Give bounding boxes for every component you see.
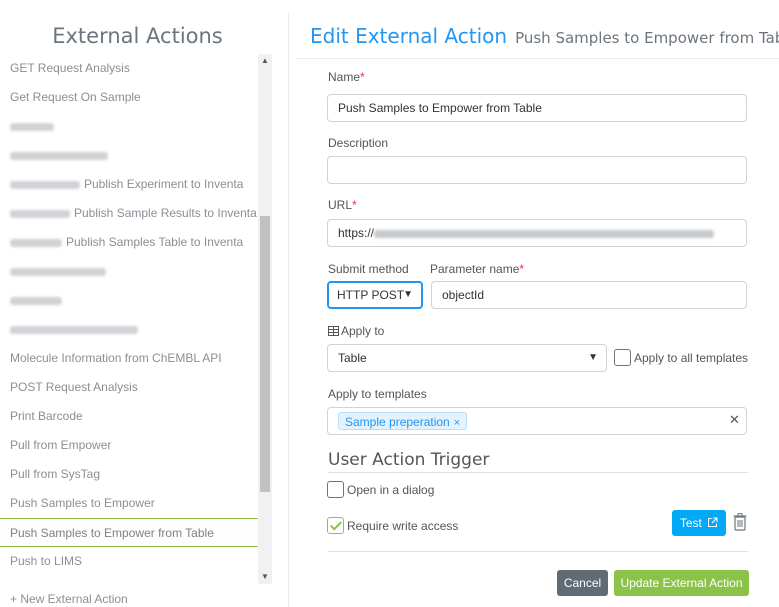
tag-remove-icon[interactable]: × [454,417,460,429]
list-item[interactable] [0,141,258,170]
redacted-label [10,151,108,160]
redacted-label [10,209,70,218]
list-item-label: POST Request Analysis [10,380,138,394]
parameter-name-label: Parameter name* [430,262,524,276]
name-label-text: Name [328,70,361,84]
list-scrollbar[interactable]: ▲ ▼ [258,54,272,584]
test-button-label: Test [679,516,702,530]
required-marker: * [352,198,357,212]
table-icon [328,326,339,336]
submit-method-label: Submit method [328,262,409,276]
apply-to-value: Table [338,351,367,365]
cancel-button[interactable]: Cancel [557,570,608,596]
section-divider [328,472,748,473]
panel-divider [288,12,289,607]
list-item-label: Print Barcode [10,409,83,423]
require-write-access-label: Require write access [347,519,459,533]
trigger-section-title: User Action Trigger [328,450,490,470]
list-item-label: Pull from SysTag [10,467,101,481]
url-label-text: URL [328,198,353,212]
clear-templates-icon[interactable]: ✕ [729,412,740,428]
list-item-label: Publish Sample Results to Inventa [74,206,257,220]
redacted-label [10,180,80,189]
sidebar-title: External Actions [52,24,223,48]
list-item[interactable]: Molecule Information from ChEMBL API [0,344,258,373]
list-item[interactable]: POST Request Analysis [0,373,258,402]
page-title: Edit External Action [310,24,508,48]
open-dialog-label: Open in a dialog [347,483,435,497]
apply-to-select[interactable]: Table ▼ [327,344,607,372]
footer-divider [328,551,748,552]
submit-method-select[interactable]: HTTP POST ▼ [327,281,423,309]
list-item[interactable]: Print Barcode [0,402,258,431]
list-item-label: Get Request On Sample [10,90,141,104]
apply-all-templates-checkbox[interactable] [614,349,631,366]
url-label: URL* [328,198,357,212]
list-item[interactable]: Pull from Empower [0,431,258,460]
parameter-name-label-text: Parameter name [430,262,520,276]
update-external-action-button[interactable]: Update External Action [614,570,749,596]
external-link-icon [708,517,718,527]
redacted-label [10,267,106,276]
new-external-action-link[interactable]: + New External Action [10,592,128,606]
list-item[interactable]: Push to LIMS [0,547,258,576]
apply-to-label-text: Apply to [341,324,385,338]
scroll-up-arrow-icon[interactable]: ▲ [258,56,272,66]
template-tag-label: Sample preperation [345,415,450,429]
list-item[interactable] [0,257,258,286]
name-label: Name* [328,70,365,84]
name-input[interactable]: Push Samples to Empower from Table [327,94,747,122]
submit-method-value: HTTP POST [337,288,405,302]
apply-all-templates-label: Apply to all templates [634,351,749,365]
list-item[interactable]: Publish Sample Results to Inventa [0,199,258,228]
template-tag[interactable]: Sample preperation × [338,412,468,430]
list-item[interactable]: Get Request On Sample [0,83,258,112]
app-window: External Actions GET Request Analysis Ge… [0,0,779,607]
list-item-selected[interactable]: Push Samples to Empower from Table [0,518,258,547]
list-item[interactable]: Publish Experiment to Inventa [0,170,258,199]
list-item[interactable] [0,315,258,344]
url-value: https:// [338,226,375,240]
list-item[interactable]: Publish Samples Table to Inventa [0,228,258,257]
redacted-label [10,325,138,334]
redacted-label [10,296,62,305]
trash-icon[interactable] [733,513,747,531]
list-item-label: Publish Experiment to Inventa [84,177,244,191]
required-marker: * [519,262,525,276]
require-write-access-checkbox[interactable] [327,517,344,534]
list-item-label: GET Request Analysis [10,61,130,75]
apply-to-label: Apply to [328,324,384,338]
scroll-down-arrow-icon[interactable]: ▼ [258,572,272,582]
list-item-label: Pull from Empower [10,438,112,452]
apply-templates-label: Apply to templates [328,387,427,401]
sidebar: External Actions GET Request Analysis Ge… [0,0,275,607]
scrollbar-thumb[interactable] [260,216,270,492]
page-subtitle: Push Samples to Empower from Table [515,29,779,47]
redacted-url [374,229,715,238]
description-label: Description [328,136,389,150]
list-item-label: Publish Samples Table to Inventa [66,235,244,249]
description-input[interactable] [327,156,747,184]
chevron-down-icon: ▼ [588,352,598,363]
open-dialog-checkbox[interactable] [327,481,344,498]
redacted-label [10,238,62,247]
external-actions-list: GET Request Analysis Get Request On Samp… [0,54,258,584]
list-item[interactable] [0,286,258,315]
test-button[interactable]: Test [672,510,726,536]
required-marker: * [360,70,365,84]
list-item-label: Push to LIMS [10,554,83,568]
list-item[interactable]: GET Request Analysis [0,54,258,83]
url-input[interactable]: https:// [327,219,747,247]
list-item[interactable]: Pull from SysTag [0,460,258,489]
redacted-label [10,122,54,131]
list-item-label: Molecule Information from ChEMBL API [10,351,222,365]
list-item[interactable]: Push Samples to Empower [0,489,258,518]
list-item-label: Push Samples to Empower from Table [10,526,214,540]
parameter-name-input[interactable]: objectId [431,281,747,309]
chevron-down-icon: ▼ [403,289,413,300]
header-divider [296,58,779,59]
page-header: Edit External Action Push Samples to Empo… [310,24,779,48]
list-item[interactable] [0,112,258,141]
list-item-label: Push Samples to Empower [10,496,155,510]
